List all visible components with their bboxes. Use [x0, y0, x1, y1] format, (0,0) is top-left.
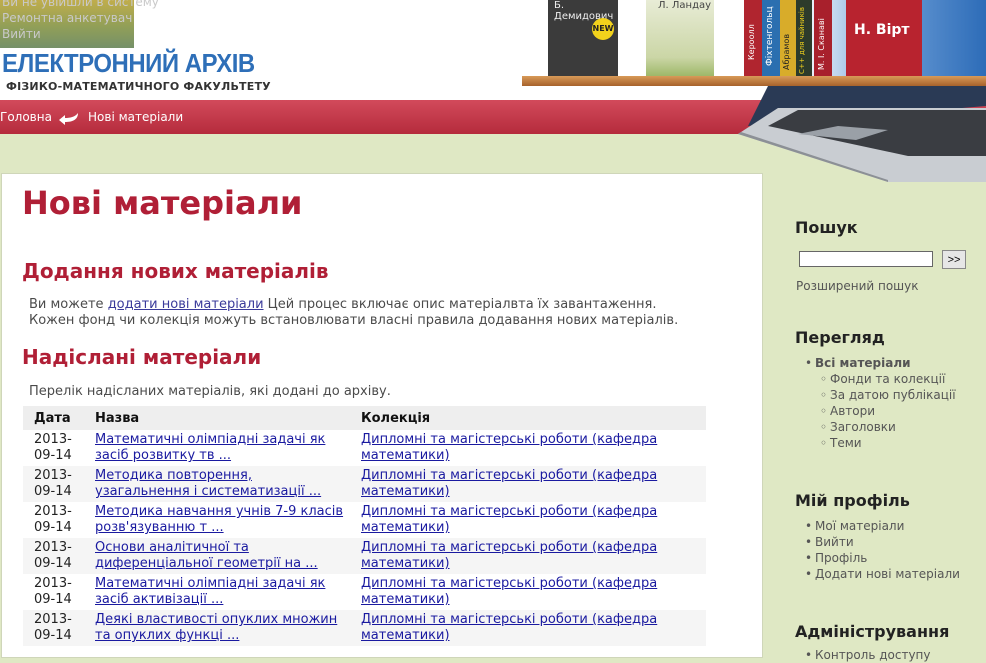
login-status: Ви не увійшли в систему — [2, 0, 159, 9]
table-row: 2013-09-14 Методика навчання учнів 7-9 к… — [23, 502, 706, 538]
book-spine-5: М. І. Сканаві — [814, 0, 832, 80]
profile-item-submissions[interactable]: Мої матеріали — [807, 518, 960, 534]
browse-list: Всі матеріали Фонди та колекції За датою… — [807, 355, 956, 451]
cell-date: 2013-09-14 — [23, 466, 84, 502]
breadcrumb-current: Нові матеріали — [88, 110, 184, 124]
cell-collection: Дипломні та магістерські роботи (кафедра… — [350, 538, 706, 574]
logo-subtitle: ФІЗИКО-МАТЕМАТИЧНОГО ФАКУЛЬТЕТУ — [6, 80, 271, 93]
collection-link[interactable]: Дипломні та магістерські роботи (кафедра… — [361, 432, 657, 463]
add-materials-link[interactable]: додати нові матеріали — [108, 297, 264, 312]
book-landau: Л. Ландау — [646, 0, 714, 82]
admin-item-access[interactable]: Контроль доступу — [807, 647, 931, 663]
browse-item-date[interactable]: За датою публікації — [822, 387, 956, 403]
profile-item-submit[interactable]: Додати нові матеріали — [807, 566, 960, 582]
book-demidovich: Б. Демидович NEW — [548, 0, 618, 80]
cell-collection: Дипломні та магістерські роботи (кафедра… — [350, 502, 706, 538]
cell-date: 2013-09-14 — [23, 574, 84, 610]
browse-item-authors[interactable]: Автори — [822, 403, 956, 419]
browse-heading: Перегляд — [795, 328, 885, 347]
shelf-plank — [522, 76, 986, 86]
book-spine-3: Абрамов — [780, 0, 796, 80]
profile-item-profile[interactable]: Профіль — [807, 550, 960, 566]
browse-sublist: Фонди та колекції За датою публікації Ав… — [807, 371, 956, 451]
cell-collection: Дипломні та магістерські роботи (кафедра… — [350, 430, 706, 466]
collection-link[interactable]: Дипломні та магістерські роботи (кафедра… — [361, 576, 657, 607]
cell-date: 2013-09-14 — [23, 538, 84, 574]
collection-link[interactable]: Дипломні та магістерські роботи (кафедра… — [361, 540, 657, 571]
collection-link[interactable]: Дипломні та магістерські роботи (кафедра… — [361, 612, 657, 643]
collection-link[interactable]: Дипломні та магістерські роботи (кафедра… — [361, 504, 657, 535]
browse-all-item: Всі матеріали Фонди та колекції За датою… — [807, 355, 956, 451]
column-header-title: Назва — [84, 406, 350, 430]
cell-date: 2013-09-14 — [23, 430, 84, 466]
profile-heading: Мій профіль — [795, 491, 910, 510]
admin-list: Контроль доступу — [807, 647, 931, 663]
cell-title: Методика навчання учнів 7-9 класів розв'… — [84, 502, 350, 538]
column-header-date: Дата — [23, 406, 84, 430]
table-row: 2013-09-14 Основи аналітичної та диферен… — [23, 538, 706, 574]
table-row: 2013-09-14 Деякі властивості опуклих мно… — [23, 610, 706, 646]
item-title-link[interactable]: Основи аналітичної та диференціальної ге… — [95, 540, 318, 571]
submitted-materials-heading: Надіслані матеріали — [22, 345, 262, 369]
cell-collection: Дипломні та магістерські роботи (кафедра… — [350, 574, 706, 610]
main-content: Нові матеріали Додання нових матеріалів … — [1, 173, 763, 658]
cell-title: Математичні олімпіадні задачі як засіб р… — [84, 430, 350, 466]
profile-item-logout[interactable]: Вийти — [807, 534, 960, 550]
logout-link[interactable]: Вийти — [2, 26, 159, 42]
browse-item-subjects[interactable]: Теми — [822, 435, 956, 451]
search-heading: Пошук — [795, 218, 858, 237]
profile-list: Мої матеріали Вийти Профіль Додати нові … — [807, 518, 960, 582]
cell-date: 2013-09-14 — [23, 610, 84, 646]
table-row: 2013-09-14 Методика повторення, узагальн… — [23, 466, 706, 502]
add-materials-heading: Додання нових матеріалів — [22, 259, 329, 283]
page-title: Нові матеріали — [22, 184, 303, 222]
browse-item-titles[interactable]: Заголовки — [822, 419, 956, 435]
cell-title: Математичні олімпіадні задачі як засіб а… — [84, 574, 350, 610]
book-spine-2: Фіхтенгольц — [762, 0, 780, 80]
book-virt: Н. Вірт — [846, 0, 922, 82]
cell-date: 2013-09-14 — [23, 502, 84, 538]
logo-title[interactable]: ЕЛЕКТРОННИЙ АРХІВ — [2, 48, 255, 79]
add-materials-text: Ви можете додати нові матеріали Цей проц… — [29, 297, 679, 328]
book-spine-4: С++ для чайників — [796, 0, 812, 80]
return-arrow-icon — [59, 113, 78, 125]
book-spine-1: Кероолл — [744, 0, 762, 80]
new-badge-icon: NEW — [592, 18, 614, 40]
table-header-row: Дата Назва Колекція — [23, 406, 706, 430]
laptop-graphic — [738, 86, 986, 182]
collection-link[interactable]: Дипломні та магістерські роботи (кафедра… — [361, 468, 657, 499]
item-title-link[interactable]: Методика навчання учнів 7-9 класів розв'… — [95, 504, 343, 535]
submissions-table: Дата Назва Колекція 2013-09-14 Математич… — [23, 406, 706, 646]
table-row: 2013-09-14 Математичні олімпіадні задачі… — [23, 574, 706, 610]
submitted-materials-text: Перелік надісланих матеріалів, які додан… — [29, 384, 391, 399]
item-title-link[interactable]: Математичні олімпіадні задачі як засіб а… — [95, 576, 325, 607]
login-user[interactable]: Ремонтна анкетувач — [2, 10, 159, 26]
table-row: 2013-09-14 Математичні олімпіадні задачі… — [23, 430, 706, 466]
browse-item-communities[interactable]: Фонди та колекції — [822, 371, 956, 387]
search-button[interactable]: >> — [942, 250, 966, 269]
cell-collection: Дипломні та магістерські роботи (кафедра… — [350, 610, 706, 646]
cell-title: Методика повторення, узагальнення і сист… — [84, 466, 350, 502]
search-input[interactable] — [799, 251, 933, 267]
advanced-search-link[interactable]: Розширений пошук — [796, 279, 919, 293]
item-title-link[interactable]: Методика повторення, узагальнення і сист… — [95, 468, 321, 499]
header: Ви не увійшли в систему Ремонтна анкетув… — [0, 0, 986, 100]
admin-heading: Адміністрування — [795, 622, 950, 641]
item-title-link[interactable]: Математичні олімпіадні задачі як засіб р… — [95, 432, 325, 463]
cell-title: Деякі властивості опуклих множин та опук… — [84, 610, 350, 646]
cell-title: Основи аналітичної та диференціальної ге… — [84, 538, 350, 574]
cell-collection: Дипломні та магістерські роботи (кафедра… — [350, 466, 706, 502]
breadcrumb-home-link[interactable]: Головна — [0, 110, 52, 124]
login-box: Ви не увійшли в систему Ремонтна анкетув… — [2, 0, 159, 42]
bookshelf-banner: Б. Демидович NEW Л. Ландау Кероолл Фіхте… — [520, 0, 986, 100]
column-header-collection: Колекція — [350, 406, 706, 430]
item-title-link[interactable]: Деякі властивості опуклих множин та опук… — [95, 612, 337, 643]
